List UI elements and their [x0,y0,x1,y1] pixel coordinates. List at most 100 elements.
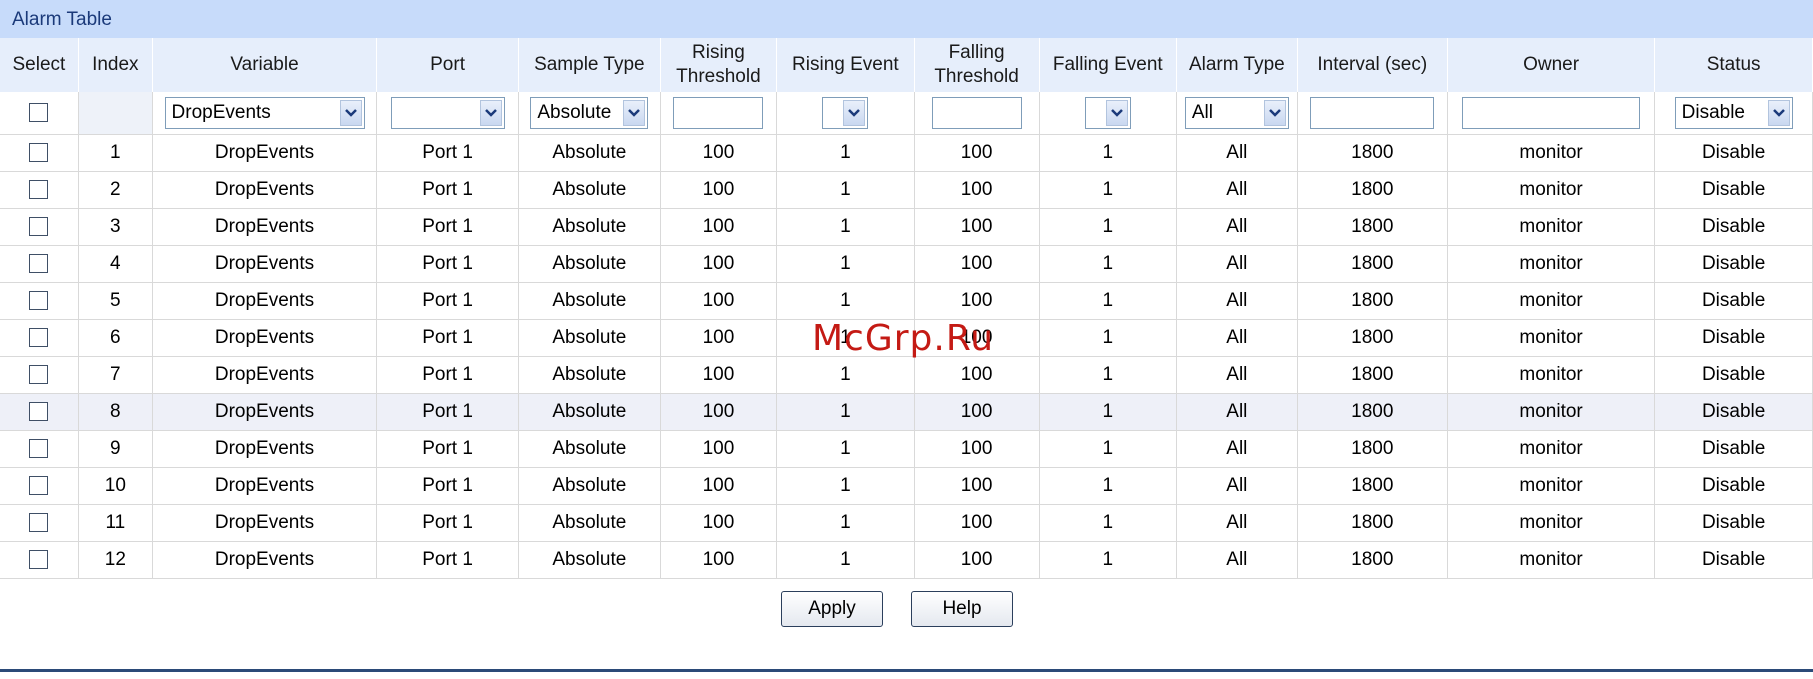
cell-rising-threshold: 100 [660,541,778,579]
cell-rising-event: 1 [776,208,915,246]
alarm-type-select[interactable]: All [1184,97,1289,129]
cell-sample-type: Absolute [518,393,661,431]
cell-rising-threshold: 100 [660,171,778,209]
cell-interval: 1800 [1297,467,1448,505]
cell-variable: DropEvents [152,504,378,542]
row-select-checkbox[interactable] [29,365,49,385]
cell-variable: DropEvents [152,319,378,357]
interval-input[interactable] [1310,97,1435,129]
cell-sample-type: Absolute [518,134,661,172]
col-header-rising-threshold: Rising Threshold [660,38,778,92]
chevron-down-icon [623,100,646,126]
cell-interval: 1800 [1297,134,1448,172]
row-select-checkbox[interactable] [29,513,49,533]
row-select-checkbox[interactable] [29,402,49,422]
cell-status: Disable [1654,245,1813,283]
col-header-falling-threshold-line2: Threshold [934,66,1019,87]
cell-variable: DropEvents [152,134,378,172]
cell-variable: DropEvents [152,171,378,209]
cell-alarm-type: All [1176,282,1298,320]
apply-button[interactable]: Apply [781,591,883,627]
cell-rising-threshold: 100 [660,245,778,283]
variable-select[interactable]: DropEvents [164,97,365,129]
row-select-checkbox[interactable] [29,550,49,570]
cell-falling-threshold: 100 [914,208,1040,246]
cell-sample-type: Absolute [518,282,661,320]
col-header-falling-threshold: Falling Threshold [914,38,1040,92]
sample-type-select-value: Absolute [537,102,612,123]
cell-alarm-type: All [1176,245,1298,283]
cell-alarm-type: All [1176,393,1298,431]
chevron-down-icon [1767,100,1790,126]
cell-rising-event: 1 [776,282,915,320]
rising-threshold-input[interactable] [673,97,764,129]
cell-index: 8 [78,393,153,431]
table-row: 4 DropEvents Port 1 Absolute 100 1 100 1 All 1800… [0,245,1813,283]
chevron-down-icon [339,100,362,126]
cell-rising-threshold: 100 [660,430,778,468]
row-select-checkbox[interactable] [29,328,49,348]
row-select-checkbox[interactable] [29,439,49,459]
falling-event-select[interactable] [1084,97,1131,129]
cell-alarm-type: All [1176,208,1298,246]
cell-falling-event: 1 [1039,467,1178,505]
cell-falling-event: 1 [1039,282,1178,320]
header-row: Select Index Variable Port Sample Type R… [0,38,1813,92]
cell-falling-threshold: 100 [914,356,1040,394]
cell-interval: 1800 [1297,171,1448,209]
chevron-down-icon [479,100,502,126]
cell-index: 9 [78,430,153,468]
cell-sample-type: Absolute [518,541,661,579]
col-header-rising-threshold-line1: Rising [692,42,745,63]
table-row: 5 DropEvents Port 1 Absolute 100 1 100 1 All 1800… [0,282,1813,320]
table-row: 10 DropEvents Port 1 Absolute 100 1 100 1 All 180… [0,467,1813,505]
cell-interval: 1800 [1297,208,1448,246]
col-header-variable: Variable [152,38,378,92]
cell-rising-threshold: 100 [660,356,778,394]
row-select-checkbox[interactable] [29,143,49,163]
cell-status: Disable [1654,393,1813,431]
cell-owner: monitor [1447,208,1656,246]
cell-port: Port 1 [376,356,519,394]
row-select-checkbox[interactable] [29,254,49,274]
row-select-checkbox[interactable] [29,476,49,496]
cell-port: Port 1 [376,467,519,505]
status-select[interactable]: Disable [1674,97,1793,129]
cell-sample-type: Absolute [518,356,661,394]
cell-falling-event: 1 [1039,393,1178,431]
owner-input[interactable] [1462,97,1641,129]
row-select-checkbox[interactable] [29,180,49,200]
rising-event-select[interactable] [822,97,869,129]
cell-falling-event: 1 [1039,134,1178,172]
cell-sample-type: Absolute [518,171,661,209]
cell-falling-threshold: 100 [914,504,1040,542]
cell-rising-event: 1 [776,356,915,394]
help-button[interactable]: Help [911,591,1013,627]
falling-threshold-input[interactable] [931,97,1022,129]
cell-variable: DropEvents [152,245,378,283]
cell-port: Port 1 [376,245,519,283]
filter-row: DropEvents Absolute All Disable [0,92,1813,135]
cell-index: 6 [78,319,153,357]
cell-port: Port 1 [376,541,519,579]
row-select-checkbox[interactable] [29,291,49,311]
select-all-checkbox[interactable] [29,103,49,123]
cell-variable: DropEvents [152,467,378,505]
cell-alarm-type: All [1176,319,1298,357]
footer-divider [0,669,1813,672]
table-row: 2 DropEvents Port 1 Absolute 100 1 100 1 All 1800… [0,171,1813,209]
row-select-checkbox[interactable] [29,217,49,237]
cell-sample-type: Absolute [518,245,661,283]
port-select[interactable] [390,97,505,129]
cell-alarm-type: All [1176,171,1298,209]
cell-rising-threshold: 100 [660,467,778,505]
cell-owner: monitor [1447,467,1656,505]
cell-port: Port 1 [376,393,519,431]
cell-sample-type: Absolute [518,430,661,468]
cell-index: 1 [78,134,153,172]
cell-index: 10 [78,467,153,505]
cell-falling-event: 1 [1039,319,1178,357]
cell-rising-event: 1 [776,171,915,209]
sample-type-select[interactable]: Absolute [530,97,649,129]
cell-rising-threshold: 100 [660,134,778,172]
